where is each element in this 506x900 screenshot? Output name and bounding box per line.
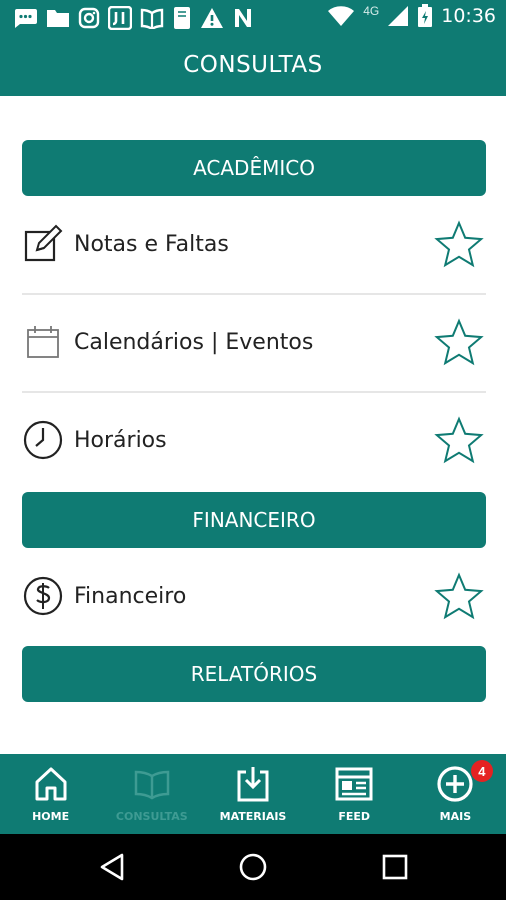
network-type: 4G: [363, 4, 380, 18]
news-icon: [334, 764, 374, 804]
nav-label: MATERIAIS: [219, 810, 287, 823]
divider: [22, 293, 486, 295]
nav-feed[interactable]: FEED: [304, 754, 405, 834]
section-header-academico[interactable]: ACADÊMICO: [22, 140, 486, 196]
section-header-relatorios[interactable]: RELATÓRIOS: [22, 646, 486, 702]
book-icon: [132, 764, 172, 804]
app-icon: [108, 6, 132, 30]
nav-label: HOME: [32, 810, 70, 823]
divider: [22, 391, 486, 393]
status-bar: 4G 10:36: [0, 0, 506, 36]
nav-label: MAIS: [439, 810, 472, 823]
content-list[interactable]: ACADÊMICO Notas e Faltas Calendários | E…: [0, 96, 506, 754]
battery-icon: [418, 4, 433, 27]
list-item-label: Notas e Faltas: [74, 231, 229, 257]
instagram-icon: [78, 7, 100, 29]
home-icon: [31, 764, 71, 804]
warning-icon: [201, 8, 223, 28]
list-item-financeiro[interactable]: Financeiro: [22, 566, 486, 626]
document-icon: [174, 7, 190, 29]
list-item-notas-faltas[interactable]: Notas e Faltas: [22, 214, 486, 274]
list-item-label: Horários: [74, 427, 167, 453]
recents-icon[interactable]: [380, 852, 410, 882]
nav-consultas[interactable]: CONSULTAS: [101, 754, 202, 834]
book-icon: [140, 8, 164, 29]
list-item-label: Financeiro: [74, 583, 187, 609]
edit-icon: [22, 223, 64, 265]
n-icon: [235, 9, 251, 27]
notification-badge: 4: [470, 760, 493, 782]
list-item-horarios[interactable]: Horários: [22, 410, 486, 470]
home-circle-icon[interactable]: [238, 852, 268, 882]
nav-materiais[interactable]: MATERIAIS: [202, 754, 303, 834]
app-bar: CONSULTAS: [0, 36, 506, 96]
list-item-calendarios-eventos[interactable]: Calendários | Eventos: [22, 312, 486, 372]
nav-home[interactable]: HOME: [0, 754, 101, 834]
favorite-star-icon[interactable]: [434, 220, 484, 268]
system-status: 4G 10:36: [327, 4, 496, 28]
wifi-icon: [328, 6, 355, 26]
calendar-icon: [22, 321, 64, 363]
download-icon: [233, 764, 273, 804]
section-header-financeiro[interactable]: FINANCEIRO: [22, 492, 486, 548]
back-icon[interactable]: [98, 852, 128, 882]
status-time: 10:36: [441, 5, 496, 27]
favorite-star-icon[interactable]: [434, 572, 484, 620]
chat-icon: [15, 9, 37, 28]
system-nav-bar: [0, 834, 506, 900]
clock-icon: [22, 419, 64, 461]
list-item-label: Calendários | Eventos: [74, 329, 314, 355]
folder-icon: [47, 10, 69, 27]
page-title: CONSULTAS: [183, 52, 323, 78]
favorite-star-icon[interactable]: [434, 318, 484, 366]
signal-icon: [388, 6, 409, 26]
nav-mais[interactable]: MAIS 4: [405, 754, 506, 834]
nav-label: CONSULTAS: [115, 810, 188, 823]
nav-label: FEED: [338, 810, 371, 823]
plus-circle-icon: [435, 764, 475, 804]
notification-icons: [12, 6, 254, 30]
dollar-icon: [22, 575, 64, 617]
favorite-star-icon[interactable]: [434, 416, 484, 464]
bottom-nav: HOME CONSULTAS MATERIAIS FEED MAIS 4: [0, 754, 506, 834]
